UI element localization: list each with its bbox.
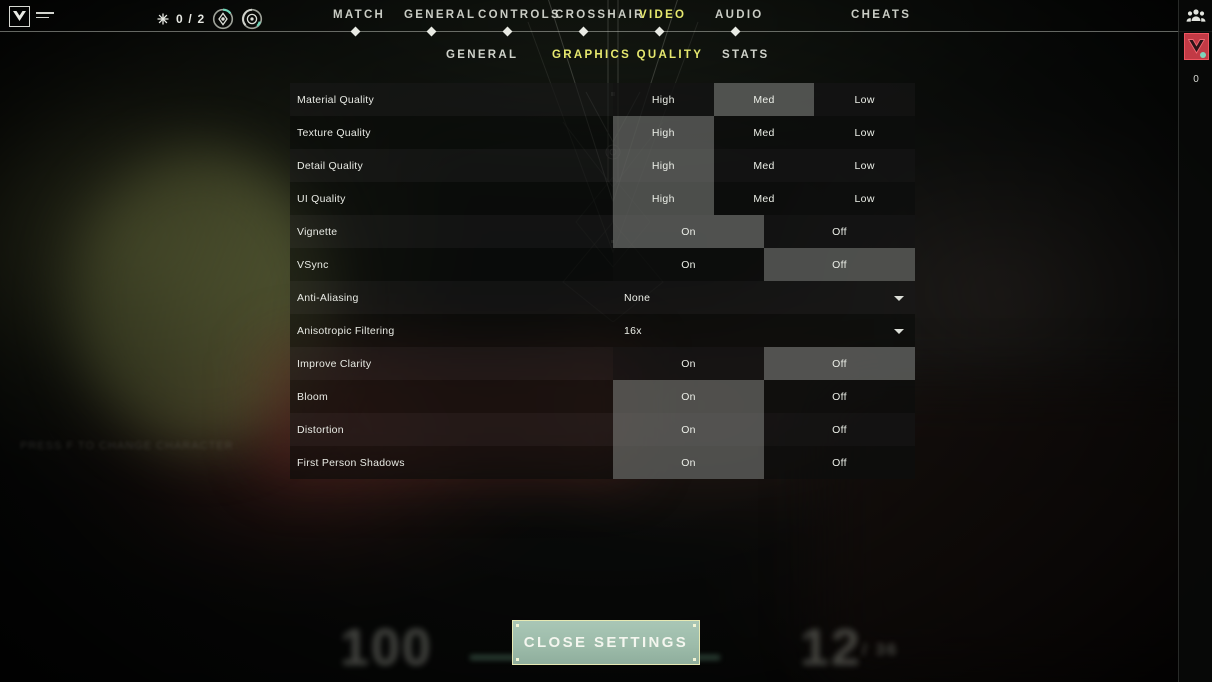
setting-row-anisotropic-filtering: Anisotropic Filtering 16x xyxy=(290,314,915,347)
setting-label: Vignette xyxy=(297,225,338,238)
setting-row-ui-quality: UI Quality High Med Low xyxy=(290,182,915,215)
option-off[interactable]: Off xyxy=(764,446,915,479)
setting-label: Anisotropic Filtering xyxy=(297,324,395,337)
main-nav: MATCH GENERAL CONTROLS CROSSHAIR VIDEO A… xyxy=(0,0,1212,36)
corner-marker xyxy=(693,624,696,627)
chevron-down-icon xyxy=(894,328,904,334)
party-count: 0 xyxy=(1193,74,1199,85)
option-on[interactable]: On xyxy=(613,248,764,281)
dropdown-value: None xyxy=(624,291,651,304)
option-on[interactable]: On xyxy=(613,347,764,380)
option-med[interactable]: Med xyxy=(713,83,815,116)
hud-status-text: PRESS F TO CHANGE CHARACTER xyxy=(20,440,234,452)
setting-row-improve-clarity: Improve Clarity On Off xyxy=(290,347,915,380)
option-group: On Off xyxy=(613,347,915,380)
setting-label: Distortion xyxy=(297,423,344,436)
anisotropic-filtering-dropdown[interactable]: 16x xyxy=(613,314,915,347)
setting-label: Texture Quality xyxy=(297,126,371,139)
option-off[interactable]: Off xyxy=(764,347,915,380)
option-group: High Med Low xyxy=(613,149,915,182)
right-rail: 0 xyxy=(1178,0,1212,682)
option-low[interactable]: Low xyxy=(814,182,915,215)
option-high[interactable]: High xyxy=(613,182,714,215)
option-med[interactable]: Med xyxy=(713,149,815,182)
option-off[interactable]: Off xyxy=(764,215,915,248)
corner-marker xyxy=(516,624,519,627)
setting-label: Anti-Aliasing xyxy=(297,291,359,304)
nav-item-general[interactable]: GENERAL xyxy=(404,9,476,21)
setting-row-distortion: Distortion On Off xyxy=(290,413,915,446)
option-group: On Off xyxy=(613,446,915,479)
valorant-player-card-icon[interactable] xyxy=(1184,33,1209,60)
setting-label: First Person Shadows xyxy=(297,456,405,469)
setting-row-bloom: Bloom On Off xyxy=(290,380,915,413)
option-on[interactable]: On xyxy=(613,215,764,248)
option-low[interactable]: Low xyxy=(814,83,915,116)
subnav-item-general[interactable]: GENERAL xyxy=(446,49,518,61)
option-low[interactable]: Low xyxy=(814,116,915,149)
anti-aliasing-dropdown[interactable]: None xyxy=(613,281,915,314)
subnav-item-graphics-quality[interactable]: GRAPHICS QUALITY xyxy=(552,49,703,61)
corner-marker xyxy=(693,658,696,661)
option-high[interactable]: High xyxy=(613,116,714,149)
setting-row-anti-aliasing: Anti-Aliasing None xyxy=(290,281,915,314)
setting-row-detail-quality: Detail Quality High Med Low xyxy=(290,149,915,182)
nav-item-match[interactable]: MATCH xyxy=(333,9,385,21)
graphics-quality-settings-panel: Material Quality High Med Low Texture Qu… xyxy=(290,83,915,479)
nav-item-crosshair[interactable]: CROSSHAIR xyxy=(555,9,645,21)
option-group: On Off xyxy=(613,215,915,248)
setting-row-vignette: Vignette On Off xyxy=(290,215,915,248)
setting-row-vsync: VSync On Off xyxy=(290,248,915,281)
nav-item-controls[interactable]: CONTROLS xyxy=(478,9,561,21)
friends-group-icon[interactable] xyxy=(1186,8,1206,24)
option-group: On Off xyxy=(613,413,915,446)
chevron-down-icon xyxy=(894,295,904,301)
setting-row-material-quality: Material Quality High Med Low xyxy=(290,83,915,116)
sub-nav: GENERAL GRAPHICS QUALITY STATS xyxy=(0,44,1212,72)
online-status-dot xyxy=(1200,52,1206,58)
option-group: High Med Low xyxy=(613,116,915,149)
option-group: High Med Low xyxy=(613,182,915,215)
hud-ammo-value: 12 xyxy=(800,619,862,677)
option-off[interactable]: Off xyxy=(764,380,915,413)
hud-health-value: 100 xyxy=(340,619,433,677)
option-off[interactable]: Off xyxy=(764,413,915,446)
setting-label: Material Quality xyxy=(297,93,374,106)
option-on[interactable]: On xyxy=(613,413,764,446)
option-group: On Off xyxy=(613,248,915,281)
option-med[interactable]: Med xyxy=(713,116,815,149)
option-off[interactable]: Off xyxy=(764,248,915,281)
option-on[interactable]: On xyxy=(613,446,764,479)
subnav-item-stats[interactable]: STATS xyxy=(722,49,770,61)
setting-row-first-person-shadows: First Person Shadows On Off xyxy=(290,446,915,479)
option-med[interactable]: Med xyxy=(713,182,815,215)
option-on[interactable]: On xyxy=(613,380,764,413)
nav-item-video[interactable]: VIDEO xyxy=(639,9,686,21)
top-bar: 0 / 2 MATCH GENERAL CONTROLS CROSSHAIR V… xyxy=(0,0,1212,36)
setting-label: UI Quality xyxy=(297,192,346,205)
setting-label: Bloom xyxy=(297,390,329,403)
option-group: High Med Low xyxy=(613,83,915,116)
corner-marker xyxy=(516,658,519,661)
setting-row-texture-quality: Texture Quality High Med Low xyxy=(290,116,915,149)
dropdown-value: 16x xyxy=(624,324,642,337)
close-settings-button[interactable]: CLOSE SETTINGS xyxy=(512,620,700,665)
option-high[interactable]: High xyxy=(613,83,714,116)
nav-item-cheats[interactable]: CHEATS xyxy=(851,9,911,21)
setting-label: VSync xyxy=(297,258,329,271)
option-high[interactable]: High xyxy=(613,149,714,182)
option-group: On Off xyxy=(613,380,915,413)
setting-label: Improve Clarity xyxy=(297,357,372,370)
option-low[interactable]: Low xyxy=(814,149,915,182)
nav-item-audio[interactable]: AUDIO xyxy=(715,9,764,21)
close-settings-label: CLOSE SETTINGS xyxy=(523,634,689,651)
valorant-settings-screen: 100 12 / 36 PRESS F TO CHANGE CHARACTER xyxy=(0,0,1212,682)
hud-ammo-reserve: / 36 xyxy=(862,640,899,659)
setting-label: Detail Quality xyxy=(297,159,363,172)
